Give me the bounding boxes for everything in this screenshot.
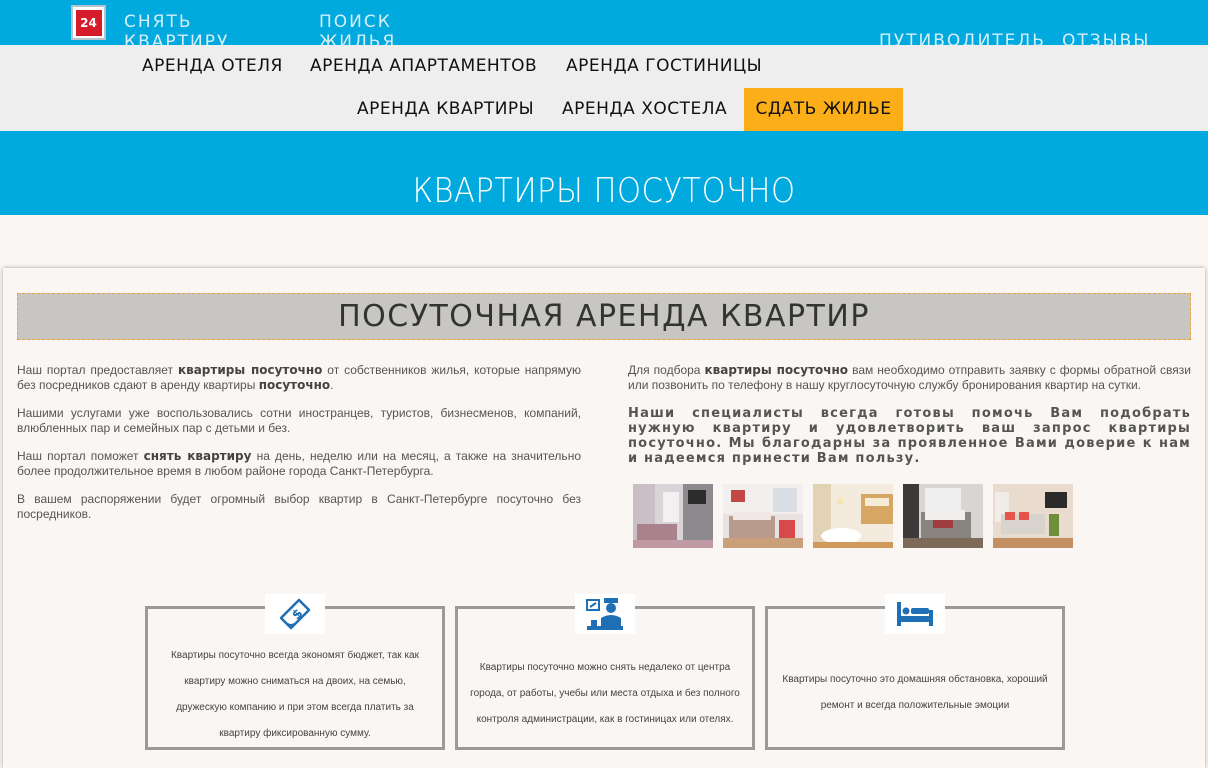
apartment-photo-4[interactable] [903, 484, 983, 548]
intro-paragraph: Наш портал предоставляет квартиры посуто… [17, 363, 581, 392]
apartment-photo-3[interactable] [813, 484, 893, 548]
booking-paragraph: Для подбора квартиры посуточно вам необх… [628, 363, 1192, 392]
main-menu: АРЕНДА ОТЕЛЯ АРЕНДА АПАРТАМЕНТОВ АРЕНДА … [0, 45, 1208, 131]
content-panel: ПОСУТОЧНАЯ АРЕНДА КВАРТИР Наш портал пре… [3, 268, 1205, 768]
feature-text: Квартиры посуточно это домашняя обстанов… [782, 674, 1048, 711]
feature-box-comfort: Квартиры посуточно это домашняя обстанов… [765, 594, 1065, 750]
menu-item-hostel[interactable]: АРЕНДА ХОСТЕЛА [562, 88, 727, 131]
top-bar: 24 СНЯТЬ КВАРТИРУ ПОИСК ЖИЛЬЯ ПУТИВОДИТЕ… [0, 0, 1208, 45]
nav-guide[interactable]: ПУТИВОДИТЕЛЬ [879, 31, 1046, 45]
concierge-icon [575, 594, 635, 634]
logo-badge: 24 [75, 9, 102, 36]
bed-icon [885, 594, 945, 634]
choice-paragraph: В вашем распоряжении будет огромный выбо… [17, 492, 581, 521]
list-property-button[interactable]: СДАТЬ ЖИЛЬЕ [744, 88, 903, 131]
menu-item-apartments[interactable]: АРЕНДА АПАРТАМЕНТОВ [310, 45, 537, 88]
duration-paragraph: Наш портал поможет снять квартиру на ден… [17, 449, 581, 478]
site-logo[interactable]: 24 [71, 5, 106, 40]
nav-rent-apartment[interactable]: СНЯТЬ КВАРТИРУ [124, 12, 244, 45]
apartment-photo-5[interactable] [993, 484, 1073, 548]
apartment-photo-1[interactable] [633, 484, 713, 548]
feature-box-location: Квартиры посуточно можно снять недалеко … [455, 594, 755, 750]
hero-banner: КВАРТИРЫ ПОСУТОЧНО [0, 131, 1208, 215]
nav-search-housing[interactable]: ПОИСК ЖИЛЬЯ [319, 12, 409, 45]
feature-text: Квартиры посуточно можно снять недалеко … [470, 662, 740, 725]
photo-gallery [633, 484, 1083, 548]
feature-box-budget: $ Квартиры посуточно всегда экономят бюд… [145, 594, 445, 750]
intro-right-column: Для подбора квартиры посуточно вам необх… [628, 363, 1191, 479]
section-title: ПОСУТОЧНАЯ АРЕНДА КВАРТИР [17, 293, 1191, 340]
clients-paragraph: Нашими услугами уже воспользовались сотн… [17, 406, 581, 435]
svg-text:$: $ [289, 606, 306, 623]
menu-item-hotel[interactable]: АРЕНДА ОТЕЛЯ [142, 45, 283, 88]
apartment-photo-2[interactable] [723, 484, 803, 548]
nav-reviews[interactable]: ОТЗЫВЫ [1062, 31, 1150, 45]
specialists-paragraph: Наши специалисты всегда готовы помочь Ва… [628, 406, 1191, 466]
menu-item-guesthouse[interactable]: АРЕНДА ГОСТИНИЦЫ [566, 45, 762, 88]
feature-text: Квартиры посуточно всегда экономят бюдже… [170, 650, 419, 739]
intro-left-column: Наш портал предоставляет квартиры посуто… [17, 363, 581, 535]
page-title: КВАРТИРЫ ПОСУТОЧНО [412, 171, 796, 211]
money-icon: $ [265, 594, 325, 634]
menu-item-flat[interactable]: АРЕНДА КВАРТИРЫ [357, 88, 534, 131]
